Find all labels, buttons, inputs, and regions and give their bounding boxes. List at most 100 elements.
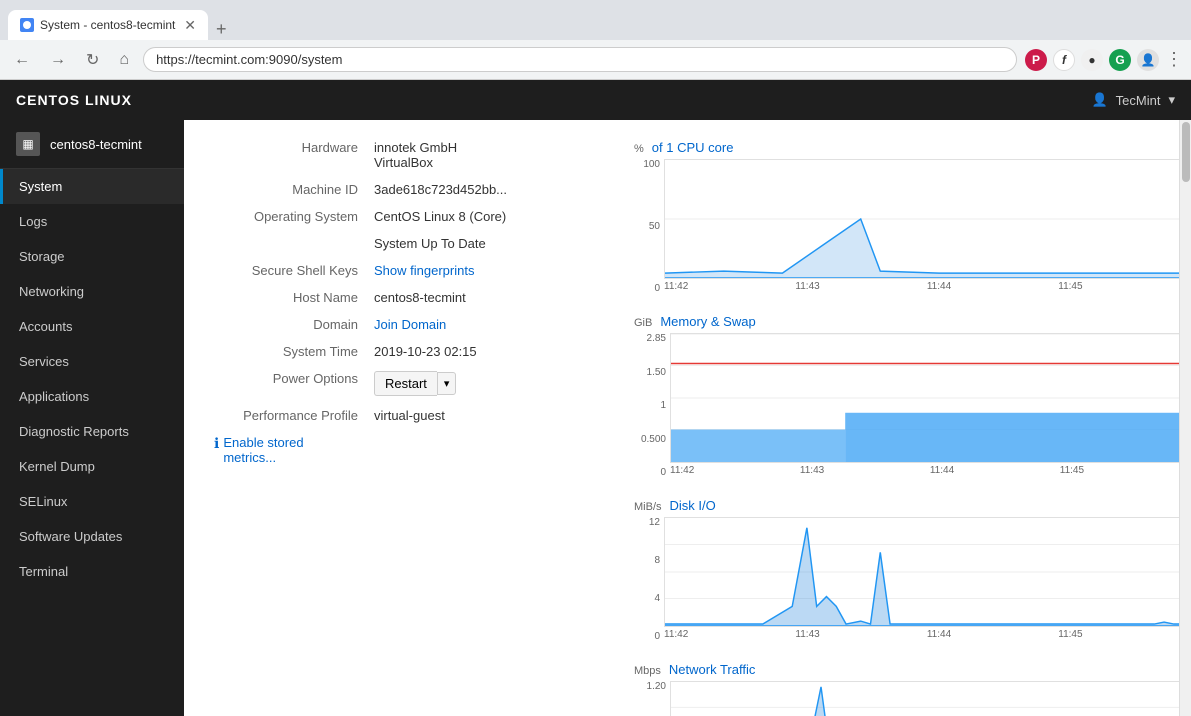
power-options-row: Power Options Restart ▾: [214, 371, 594, 396]
disk-y-8: 8: [634, 555, 660, 566]
reload-button[interactable]: ↻: [80, 46, 105, 74]
perf-profile-label: Performance Profile: [214, 408, 374, 423]
cpu-chart: [664, 159, 1179, 279]
forward-button[interactable]: →: [44, 47, 72, 73]
disk-chart: [664, 517, 1179, 627]
sidebar-item-logs[interactable]: Logs: [0, 204, 184, 239]
sidebar-item-software-updates[interactable]: Software Updates: [0, 519, 184, 554]
perf-profile-row: Performance Profile virtual-guest: [214, 408, 594, 423]
perf-profile-value: virtual-guest: [374, 408, 445, 423]
scrollbar-thumb[interactable]: [1182, 122, 1190, 182]
main-content: Hardware innotek GmbH VirtualBox Machine…: [184, 120, 1191, 716]
scrollbar[interactable]: [1179, 120, 1191, 716]
memory-x-axis: 11:42 11:43 11:44 11:45 11:46: [670, 463, 1179, 478]
power-dropdown-toggle[interactable]: ▾: [437, 372, 457, 395]
tab-close-button[interactable]: ✕: [184, 17, 196, 34]
disk-y-0: 0: [634, 631, 660, 642]
network-title: Network Traffic: [669, 662, 755, 677]
url-text: https://tecmint.com:9090/system: [156, 52, 1004, 67]
new-tab-button[interactable]: +: [208, 19, 235, 40]
browser-extensions: P f ● G 👤 ⋮: [1025, 49, 1183, 71]
server-name: centos8-tecmint: [50, 137, 142, 152]
mem-y-0: 0: [634, 467, 666, 478]
tab-bar: System - centos8-tecmint ✕ +: [0, 0, 1191, 40]
disk-y-12: 12: [634, 517, 660, 528]
sidebar-item-selinux[interactable]: SELinux: [0, 484, 184, 519]
cpu-chart-block: % of 1 CPU core 100 50 0: [634, 140, 1179, 294]
uptodate-value: System Up To Date: [374, 236, 486, 251]
active-tab[interactable]: System - centos8-tecmint ✕: [8, 10, 208, 40]
user-menu[interactable]: 👤 TecMint ▾: [1091, 92, 1175, 108]
grammarly-extension[interactable]: G: [1109, 49, 1131, 71]
profile-button[interactable]: 👤: [1137, 49, 1159, 71]
user-icon: 👤: [1091, 92, 1107, 108]
os-label: Operating System: [214, 209, 374, 224]
disk-title: Disk I/O: [670, 498, 716, 513]
memory-chart-block: GiB Memory & Swap 2.85 1.50 1 0.500 0: [634, 314, 1179, 478]
network-unit: Mbps: [634, 665, 661, 677]
cpu-x-axis: 11:42 11:43 11:44 11:45 11:46: [664, 279, 1179, 294]
home-button[interactable]: ⌂: [113, 47, 135, 73]
memory-title: Memory & Swap: [660, 314, 755, 329]
sidebar-item-kernel-dump[interactable]: Kernel Dump: [0, 449, 184, 484]
sidebar-item-networking[interactable]: Networking: [0, 274, 184, 309]
back-button[interactable]: ←: [8, 47, 36, 73]
system-info: Hardware innotek GmbH VirtualBox Machine…: [214, 140, 1149, 716]
ssh-row: Secure Shell Keys Show fingerprints: [214, 263, 594, 278]
charts-section: % of 1 CPU core 100 50 0: [634, 140, 1179, 716]
user-chevron-icon: ▾: [1168, 92, 1175, 108]
power-options-label: Power Options: [214, 371, 374, 386]
network-chart: [670, 681, 1179, 716]
mem-y-050: 0.500: [634, 434, 666, 445]
browser-window: System - centos8-tecmint ✕ + ← → ↻ ⌂ htt…: [0, 0, 1191, 80]
address-bar[interactable]: https://tecmint.com:9090/system: [143, 47, 1017, 72]
sidebar: ▦ centos8-tecmint System Logs Storage Ne…: [0, 120, 184, 716]
app-header: CENTOS LINUX 👤 TecMint ▾: [0, 80, 1191, 120]
network-chart-block: Mbps Network Traffic 1.20 0.800 0.400: [634, 662, 1179, 716]
memory-chart-header: GiB Memory & Swap: [634, 314, 1179, 329]
machine-id-label: Machine ID: [214, 182, 374, 197]
hostname-value: centos8-tecmint: [374, 290, 466, 305]
app-container: CENTOS LINUX 👤 TecMint ▾ ▦ centos8-tecmi…: [0, 80, 1191, 716]
disk-x-axis: 11:42 11:43 11:44 11:45 11:46: [664, 627, 1179, 642]
hardware-product: VirtualBox: [374, 155, 457, 170]
memory-chart: [670, 333, 1179, 463]
sidebar-item-accounts[interactable]: Accounts: [0, 309, 184, 344]
sidebar-item-terminal[interactable]: Terminal: [0, 554, 184, 589]
circle-extension[interactable]: ●: [1081, 49, 1103, 71]
server-item[interactable]: ▦ centos8-tecmint: [0, 120, 184, 169]
domain-value[interactable]: Join Domain: [374, 317, 446, 332]
sidebar-item-applications[interactable]: Applications: [0, 379, 184, 414]
f-extension[interactable]: f: [1053, 49, 1075, 71]
show-fingerprints-link[interactable]: Show fingerprints: [374, 263, 474, 278]
sidebar-item-system[interactable]: System: [0, 169, 184, 204]
system-time-label: System Time: [214, 344, 374, 359]
browser-menu-button[interactable]: ⋮: [1165, 49, 1183, 70]
disk-chart-header: MiB/s Disk I/O: [634, 498, 1179, 513]
disk-y-4: 4: [634, 593, 660, 604]
enable-stored-metrics-link[interactable]: ℹ Enable storedmetrics...: [214, 435, 594, 465]
machine-id-value: 3ade618c723d452bb...: [374, 182, 507, 197]
disk-unit: MiB/s: [634, 501, 662, 513]
mem-y-285: 2.85: [634, 333, 666, 344]
tab-title: System - centos8-tecmint: [40, 18, 178, 32]
mem-y-1: 1: [634, 400, 666, 411]
cpu-title: of 1 CPU core: [652, 140, 734, 155]
pocket-extension[interactable]: P: [1025, 49, 1047, 71]
join-domain-link[interactable]: Join Domain: [374, 317, 446, 332]
mem-y-150: 1.50: [634, 367, 666, 378]
os-row: Operating System CentOS Linux 8 (Core): [214, 209, 594, 224]
metrics-link-text: Enable storedmetrics...: [223, 435, 303, 465]
sidebar-item-diagnostic-reports[interactable]: Diagnostic Reports: [0, 414, 184, 449]
hostname-row: Host Name centos8-tecmint: [214, 290, 594, 305]
cpu-y-0: 0: [634, 283, 660, 294]
server-icon: ▦: [16, 132, 40, 156]
app-title: CENTOS LINUX: [16, 92, 132, 108]
ssh-value[interactable]: Show fingerprints: [374, 263, 474, 278]
sidebar-item-storage[interactable]: Storage: [0, 239, 184, 274]
cpu-chart-header: % of 1 CPU core: [634, 140, 1179, 155]
sidebar-item-services[interactable]: Services: [0, 344, 184, 379]
navigation-bar: ← → ↻ ⌂ https://tecmint.com:9090/system …: [0, 40, 1191, 80]
restart-button[interactable]: Restart: [374, 371, 437, 396]
domain-label: Domain: [214, 317, 374, 332]
